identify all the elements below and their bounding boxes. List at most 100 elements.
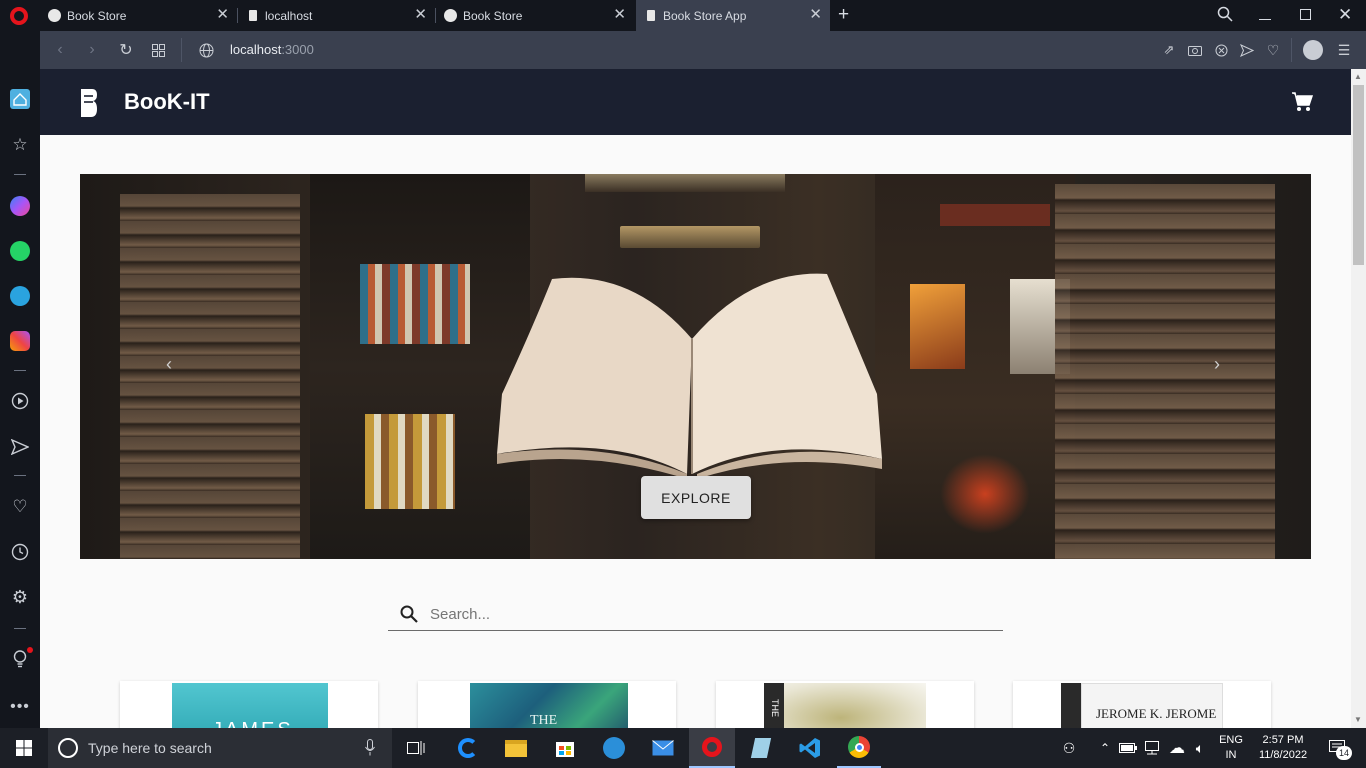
cart-icon[interactable] (1291, 92, 1314, 112)
search-input[interactable] (430, 603, 990, 625)
tab-search-icon[interactable] (1217, 6, 1233, 22)
history-clock-icon[interactable] (10, 542, 30, 562)
opera-taskbar-icon[interactable] (689, 728, 735, 768)
windows-taskbar: Type here to search ⚇ ⌃ ☁ 🔈︎ ENG IN 2:57… (0, 728, 1366, 768)
microphone-icon[interactable] (365, 739, 375, 756)
settings-gear-icon[interactable]: ⚙ (10, 587, 30, 607)
compass-app-icon[interactable] (592, 728, 636, 768)
page-icon (647, 10, 655, 21)
brand-logo-icon[interactable] (80, 88, 98, 118)
clock[interactable]: 2:57 PM 11/8/2022 (1252, 733, 1314, 763)
tab-title: Book Store (67, 8, 127, 23)
send-icon[interactable] (1238, 31, 1256, 69)
minimize-button[interactable] (1259, 19, 1271, 20)
messenger-icon[interactable] (10, 196, 30, 216)
tab-title: Book Store (463, 8, 523, 23)
tab-localhost[interactable]: localhost ✕ (238, 0, 435, 31)
task-view-icon[interactable] (396, 728, 436, 768)
language-code: ENG (1219, 734, 1243, 746)
telegram-icon[interactable] (10, 286, 30, 306)
people-icon[interactable]: ⚇ (1058, 728, 1080, 768)
close-window-button[interactable]: ✕ (1338, 5, 1352, 25)
battery-icon[interactable] (1118, 728, 1138, 768)
tab-book-store-1[interactable]: Book Store ✕ (40, 0, 237, 31)
divider (14, 628, 26, 629)
divider (14, 174, 26, 175)
open-book-image (497, 273, 882, 479)
book-spine-text: THE (770, 699, 780, 717)
book-card[interactable]: JAMES (120, 681, 378, 728)
divider (14, 475, 26, 476)
close-icon[interactable]: ✕ (216, 7, 229, 23)
tab-book-store-app[interactable]: Book Store App ✕ (636, 0, 830, 31)
windows-start-icon[interactable] (0, 728, 48, 768)
volume-icon[interactable]: 🔈︎ (1190, 728, 1210, 768)
microsoft-store-icon[interactable] (543, 728, 587, 768)
share-icon[interactable]: ⇗ (1160, 31, 1178, 69)
close-icon[interactable]: ✕ (613, 7, 626, 23)
file-explorer-icon[interactable] (494, 728, 538, 768)
brand-title[interactable]: BooK-IT (124, 89, 210, 115)
book-card[interactable]: THE (716, 681, 974, 728)
action-center-icon[interactable]: 14 (1320, 728, 1356, 768)
tips-lightbulb-icon[interactable] (10, 647, 33, 669)
close-icon[interactable]: ✕ (414, 7, 427, 23)
search-field[interactable] (388, 597, 1003, 631)
ceiling-light-image (620, 226, 760, 248)
onedrive-cloud-icon[interactable]: ☁ (1166, 728, 1188, 768)
close-icon[interactable]: ✕ (809, 7, 822, 23)
notes-app-icon[interactable] (739, 728, 783, 768)
language-indicator[interactable]: ENG IN (1214, 733, 1248, 763)
carousel-next-icon[interactable]: › (1214, 354, 1220, 375)
book-card[interactable]: THE (418, 681, 676, 728)
vscode-icon[interactable] (788, 728, 832, 768)
taskbar-search-box[interactable]: Type here to search (48, 728, 392, 768)
web-page: BooK-IT ‹ › EXPLORE Search... THE THE JE… (40, 69, 1351, 728)
bookmarks-heart-icon[interactable]: ♡ (10, 497, 30, 517)
more-options-icon[interactable]: ••• (10, 697, 30, 717)
scroll-down-arrow-icon[interactable]: ▼ (1354, 715, 1362, 724)
ceiling-light-image (585, 174, 785, 192)
book-cover-image (784, 683, 926, 728)
flow-send-icon[interactable] (10, 437, 30, 457)
adblock-icon[interactable] (1212, 31, 1230, 69)
divider (181, 38, 182, 62)
restore-button[interactable] (1300, 9, 1311, 20)
book-cover-text: JAMES (212, 719, 294, 728)
new-tab-button[interactable]: + (838, 4, 849, 26)
tab-book-store-2[interactable]: Book Store ✕ (436, 0, 634, 31)
scroll-up-arrow-icon[interactable]: ▲ (1354, 72, 1362, 81)
profile-avatar-icon[interactable] (1303, 40, 1323, 60)
home-icon[interactable] (10, 89, 30, 109)
chrome-icon[interactable] (837, 728, 881, 768)
network-icon[interactable] (1142, 728, 1162, 768)
url-host: localhost (230, 42, 282, 57)
speed-dial-star-icon[interactable]: ☆ (10, 135, 30, 155)
book-cover-image: THE (470, 683, 628, 728)
book-stack-left-image (120, 194, 300, 559)
scrollbar-thumb[interactable] (1353, 85, 1364, 265)
whatsapp-icon[interactable] (10, 241, 30, 261)
carousel-prev-icon[interactable]: ‹ (166, 354, 172, 375)
edge-browser-icon[interactable] (446, 728, 490, 768)
bookmark-heart-icon[interactable]: ♡ (1264, 31, 1282, 69)
mars-trilogy-book-image (940, 204, 1050, 226)
instagram-icon[interactable] (10, 331, 30, 351)
show-hidden-icons-chevron-icon[interactable]: ⌃ (1096, 728, 1114, 768)
tabs-grid-icon[interactable] (148, 31, 168, 69)
mail-icon[interactable] (641, 728, 685, 768)
book-cover-text: JEROME K. JEROME (1096, 706, 1217, 721)
forward-icon[interactable]: › (82, 31, 102, 69)
site-info-globe-icon[interactable] (196, 31, 216, 69)
book-card[interactable]: JEROME K. JEROME (1013, 681, 1271, 728)
snapshot-icon[interactable] (1186, 31, 1204, 69)
easy-setup-icon[interactable]: ☰ (1334, 31, 1354, 69)
player-icon[interactable] (10, 391, 30, 411)
page-scrollbar[interactable]: ▲ ▼ (1351, 69, 1366, 728)
reload-icon[interactable]: ↻ (116, 31, 136, 69)
tab-title: Book Store App (663, 8, 747, 23)
explore-button[interactable]: EXPLORE (641, 476, 751, 519)
back-icon[interactable]: ‹ (50, 31, 70, 69)
opera-logo-icon[interactable] (10, 7, 28, 25)
url-field[interactable]: localhost:3000 (230, 42, 314, 57)
